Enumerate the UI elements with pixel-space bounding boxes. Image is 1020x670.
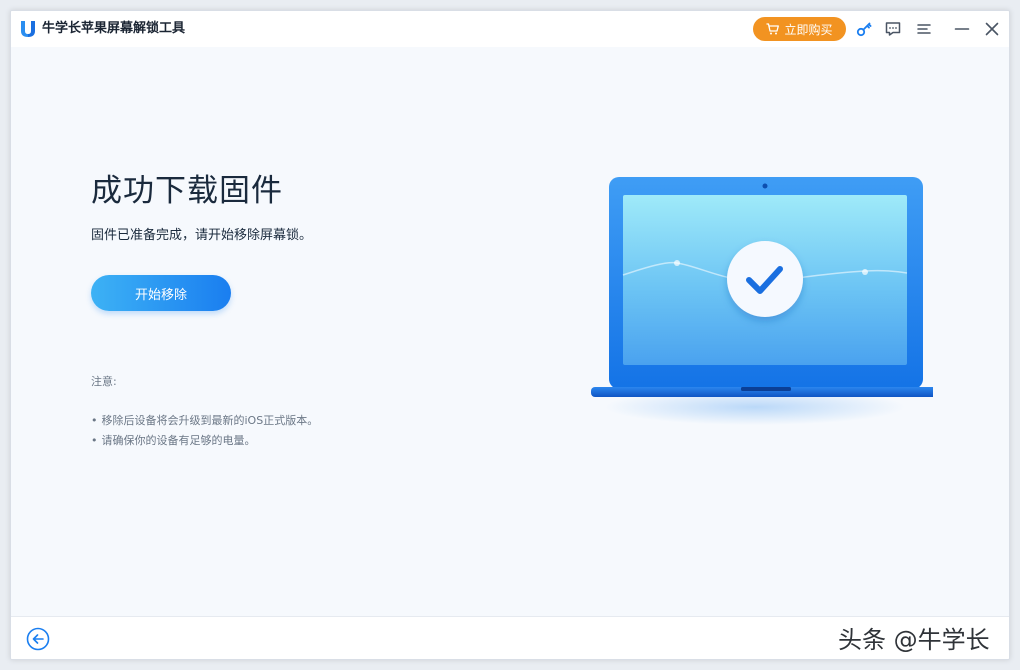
app-title: 牛学长苹果屏幕解锁工具 bbox=[42, 21, 186, 36]
feedback-icon[interactable] bbox=[884, 20, 902, 38]
page-title: 成功下载固件 bbox=[91, 173, 283, 209]
back-arrow-icon[interactable] bbox=[26, 627, 50, 651]
success-check-icon bbox=[727, 241, 803, 317]
laptop-success-illustration bbox=[591, 177, 933, 425]
note-item: 移除后设备将会升级到最新的iOS正式版本。 bbox=[91, 411, 319, 431]
close-icon[interactable] bbox=[983, 20, 1001, 38]
buy-now-button[interactable]: 立即购买 bbox=[753, 17, 846, 41]
menu-icon[interactable] bbox=[915, 20, 933, 38]
buy-now-label: 立即购买 bbox=[784, 22, 833, 37]
app-window: 牛学长苹果屏幕解锁工具 立即购买 成功下载固件 固件已准备完成，请开始移除屏幕锁… bbox=[10, 10, 1010, 660]
key-icon[interactable] bbox=[855, 20, 873, 38]
app-logo-icon bbox=[21, 21, 35, 37]
cart-icon bbox=[766, 23, 780, 35]
watermark-text: 头条 @牛学长 bbox=[838, 626, 990, 654]
note-item: 请确保你的设备有足够的电量。 bbox=[91, 431, 318, 451]
note-list: 移除后设备将会升级到最新的iOS正式版本。 请确保你的设备有足够的电量。 bbox=[91, 411, 319, 451]
page-subtitle: 固件已准备完成，请开始移除屏幕锁。 bbox=[91, 228, 313, 243]
title-bar: 牛学长苹果屏幕解锁工具 立即购买 bbox=[11, 11, 1009, 47]
start-remove-button[interactable]: 开始移除 bbox=[91, 275, 231, 311]
note-title: 注意: bbox=[91, 375, 117, 388]
minimize-icon[interactable] bbox=[953, 20, 971, 38]
